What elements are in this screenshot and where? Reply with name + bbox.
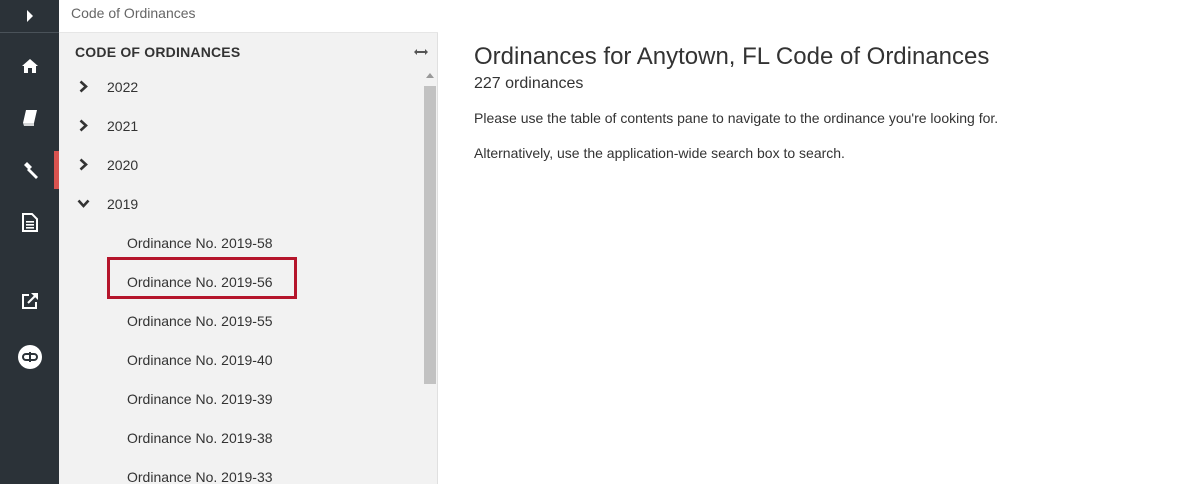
toc-ordinance-item[interactable]: Ordinance No. 2019-55 [59, 301, 421, 340]
toc-year-2021[interactable]: 2021 [59, 106, 421, 145]
toc-ordinance-item[interactable]: Ordinance No. 2019-38 [59, 418, 421, 457]
toc-year-2019[interactable]: 2019 [59, 184, 421, 223]
resize-pane-button[interactable] [414, 43, 428, 59]
toc-year-label: 2020 [107, 156, 139, 173]
home-button[interactable] [0, 47, 59, 85]
left-right-arrow-icon [414, 49, 428, 55]
toc-list: 2022 2021 2020 2019 Ordinance No. 2019-5… [59, 67, 421, 484]
chevron-down-icon[interactable] [59, 199, 107, 208]
toc-scrollbar[interactable] [423, 73, 436, 484]
external-link-icon [21, 293, 38, 309]
gavel-icon [23, 162, 38, 179]
chevron-right-icon[interactable] [59, 158, 107, 171]
icon-rail [0, 0, 59, 484]
toc-ordinance-item[interactable]: Ordinance No. 2019-40 [59, 340, 421, 379]
toc-ordinance-item[interactable]: Ordinance No. 2019-39 [59, 379, 421, 418]
toc-year-2022[interactable]: 2022 [59, 67, 421, 106]
documents-button[interactable] [0, 203, 59, 241]
toc-header: CODE OF ORDINANCES [75, 44, 241, 60]
chevron-right-icon[interactable] [59, 119, 107, 132]
home-icon [21, 59, 38, 73]
scroll-up-arrow-icon[interactable] [426, 73, 434, 78]
toc-year-label: 2021 [107, 117, 139, 134]
ordinances-button[interactable] [0, 151, 59, 189]
expand-rail-button[interactable] [0, 0, 59, 33]
toc-pane: CODE OF ORDINANCES 2022 2021 2020 2019 O… [59, 33, 438, 484]
code-book-button[interactable] [0, 99, 59, 137]
book-icon [22, 110, 37, 126]
ordinance-count: 227 ordinances [474, 75, 584, 92]
alternative-text: Alternatively, use the application-wide … [474, 145, 845, 161]
toc-ordinance-item[interactable]: Ordinance No. 2019-58 [59, 223, 421, 262]
chevron-right-icon[interactable] [59, 80, 107, 93]
page-title: Ordinances for Anytown, FL Code of Ordin… [474, 43, 990, 70]
link-icon [17, 345, 42, 369]
toc-ordinance-item[interactable]: Ordinance No. 2019-33 [59, 457, 421, 484]
toc-ordinance-label: Ordinance No. 2019-56 [127, 273, 273, 290]
instruction-text: Please use the table of contents pane to… [474, 110, 999, 126]
main-content: Ordinances for Anytown, FL Code of Ordin… [474, 40, 1174, 161]
toc-year-label: 2022 [107, 78, 139, 95]
chevron-right-icon [26, 10, 33, 22]
toc-year-2020[interactable]: 2020 [59, 145, 421, 184]
breadcrumb[interactable]: Code of Ordinances [59, 0, 438, 33]
scrollbar-thumb[interactable] [424, 86, 436, 384]
external-link-button[interactable] [0, 282, 59, 320]
toc-ordinance-item-selected[interactable]: Ordinance No. 2019-56 [59, 262, 421, 301]
document-icon [21, 212, 38, 232]
toc-year-label: 2019 [107, 195, 139, 212]
link-button[interactable] [0, 338, 59, 376]
